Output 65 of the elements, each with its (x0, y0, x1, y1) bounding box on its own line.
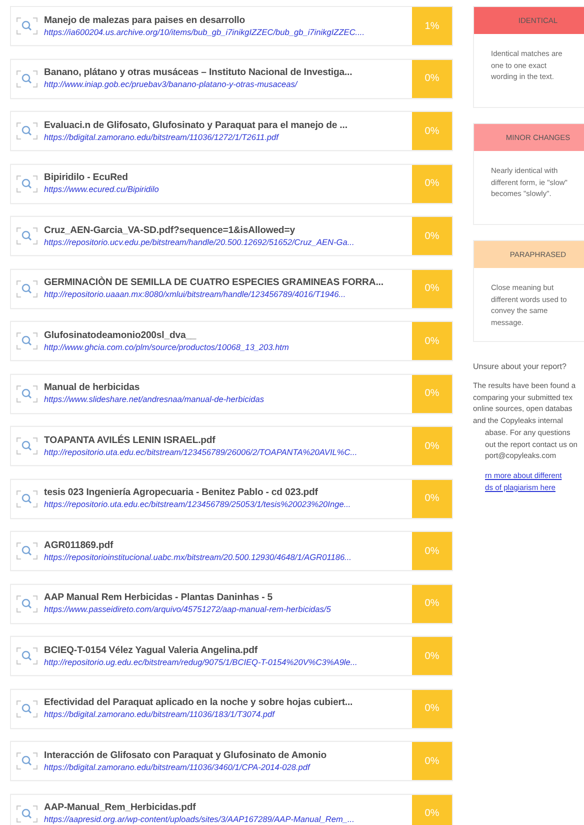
match-percentage: 0% (412, 322, 452, 360)
source-link[interactable]: https://repositorio.ucv.edu.pe/bitstream/handle/20.500.12692/51652/Cruz_AEN-Ga... (44, 236, 412, 248)
match-percentage: 0% (412, 112, 452, 150)
source-title: Bipiridilo - EcuRed (44, 172, 129, 184)
match-percentage: 0% (412, 374, 452, 412)
match-percentage: 0% (412, 427, 452, 465)
match-percentage: 0% (412, 217, 452, 255)
source-link[interactable]: http://repositorio.uta.edu.ec/bitstream/123456789/26006/2/TOAPANTA%20AVIL%C... (44, 446, 412, 458)
source-link[interactable]: https://aapresid.org.ar/wp-content/uploads/sites/3/AAP167289/AAP-Manual_Rem_... (44, 814, 412, 825)
match-percentage: 0% (412, 480, 452, 518)
source-title: AGR011869.pdf (44, 540, 114, 552)
search-icon (16, 332, 38, 350)
search-icon (16, 437, 38, 455)
match-percentage: 0% (412, 690, 452, 728)
search-icon (16, 700, 38, 718)
match-percentage: 1% (412, 7, 452, 45)
source-title: AAP-Manual_Rem_Herbicidas.pdf (44, 802, 197, 814)
search-icon (16, 227, 38, 245)
search-icon (16, 122, 38, 140)
source-link[interactable]: https://bdigital.zamorano.edu/bitstream/11036/183/1/T3074.pdf (44, 709, 412, 720)
match-percentage: 0% (412, 532, 452, 570)
search-icon (16, 280, 38, 298)
source-link[interactable]: http://www.iniap.gob.ec/pruebav3/banano-platano-y-otras-musaceas/ (44, 79, 412, 90)
source-title: Manejo de malezas para paises en desarrollo (44, 14, 246, 26)
source-link[interactable]: https://www.passeidireto.com/arquivo/45751272/aap-manual-rem-herbicidas/5 (44, 604, 412, 615)
source-title: BCIEQ-T-0154 Vélez Yagual Valeria Angelina.pdf (44, 644, 259, 656)
source-link[interactable]: https://bdigital.zamorano.edu/bitstream/11036/3460/1/CPA-2014-028.pdf (44, 762, 412, 772)
source-title: Glufosinatodeamonio200sl_dva__ (44, 330, 198, 342)
match-percentage: 0% (412, 164, 452, 202)
search-icon (16, 647, 38, 665)
search-icon (16, 804, 38, 822)
source-title: Manual de herbicidas (44, 382, 141, 394)
source-title: GERMINACIÒN DE SEMILLA DE CUATRO ESPECIES GRAMINEAS FORRA... (44, 277, 384, 289)
match-percentage: 0% (412, 60, 452, 98)
match-percentage: 0% (412, 584, 452, 622)
match-percentage: 0% (412, 270, 452, 308)
search-icon (16, 17, 38, 35)
match-percentage: 0% (412, 637, 452, 675)
search-icon (16, 490, 38, 508)
search-icon (16, 174, 38, 192)
search-icon (16, 384, 38, 402)
source-link[interactable]: https://www.ecured.cu/Bipiridilo (44, 184, 412, 195)
source-title: TOAPANTA AVILÉS LENIN ISRAEL.pdf (44, 434, 216, 446)
search-icon (16, 70, 38, 88)
source-link[interactable]: https://www.slideshare.net/andresnaa/manual-de-herbicidas (44, 394, 412, 405)
source-title: tesis 023 Ingeniería Agropecuaria - Benitez Pablo - cd 023.pdf (44, 487, 319, 499)
search-icon (16, 752, 38, 770)
match-percentage: 0% (412, 742, 452, 780)
source-title: Cruz_AEN-Garcia_VA-SD.pdf?sequence=1&isAllowed=y (44, 224, 296, 236)
source-link[interactable]: https://repositorio.uta.edu.ec/bitstream/123456789/25053/1/tesis%20023%20Inge... (44, 499, 412, 510)
source-link[interactable]: http://repositorio.uaaan.mx:8080/xmlui/bitstream/handle/123456789/4016/T1946... (44, 289, 412, 300)
search-icon (16, 594, 38, 612)
source-link[interactable]: http://www.ghcia.com.co/plm/source/productos/10068_13_203.htm (44, 342, 412, 352)
source-title: Efectividad del Paraquat aplicado en la noche y sobre hojas cubiert... (44, 697, 354, 709)
source-link[interactable]: https://bdigital.zamorano.edu/bitstream/11036/1272/1/T2611.pdf (44, 132, 412, 142)
source-link[interactable]: https://repositorioinstitucional.uabc.mx/bitstream/20.500.12930/4648/1/AGR01186... (44, 552, 412, 562)
match-percentage: 0% (412, 794, 452, 825)
help-heading: Unsure about your report? (473, 362, 568, 371)
source-title: Banano, plátano y otras musáceas – Instituto Nacional de Investiga... (44, 67, 354, 79)
source-link[interactable]: http://repositorio.ug.edu.ec/bitstream/redug/9075/1/BCIEQ-T-0154%20V%C3%A9le... (44, 656, 412, 668)
source-link[interactable]: https://ia600204.us.archive.org/10/items/bub_gb_i7inikgIZZEC/bub_gb_i7inikgIZZEC.... (44, 26, 412, 38)
source-title: Evaluaci.n de Glifosato, Glufosinato y Paraquat para el manejo de ... (44, 120, 348, 132)
search-icon (16, 542, 38, 560)
source-title: AAP Manual Rem Herbicidas - Plantas Daninhas - 5 (44, 592, 274, 604)
source-title: Interacción de Glifosato con Paraquat y Glufosinato de Amonio (44, 750, 328, 762)
